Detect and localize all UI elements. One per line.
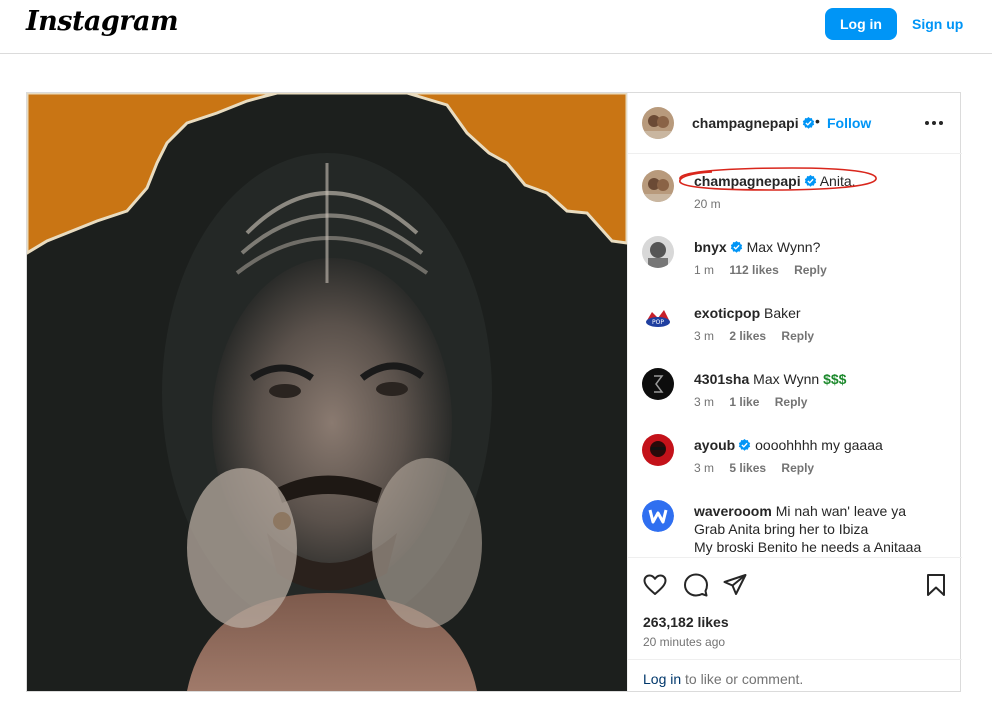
comment-text-line: bnyx Max Wynn? [694,238,944,256]
post-side-panel: champagnepapi • Follow champagnepapi Ani… [627,93,962,691]
comment-time: 3 m [694,461,715,475]
caption-avatar[interactable] [642,170,674,202]
comment-body: Baker [764,305,801,321]
money-emoji: $$$ [823,371,847,387]
comment-likes[interactable]: 1 like [729,395,759,409]
commenter-avatar[interactable] [642,500,674,532]
commenter-avatar[interactable]: POP [642,302,674,334]
verified-badge-icon [802,117,814,129]
post-header: champagnepapi • Follow [628,93,962,154]
comment-icon[interactable] [683,572,709,598]
caption-item: champagnepapi Anita. 20 m [628,154,962,224]
comment-body: Max Wynn [753,371,820,387]
commenter-avatar[interactable] [642,368,674,400]
comment-likes[interactable]: 2 likes [729,329,766,343]
post-actions: 263,182 likes 20 minutes ago Log in to l… [628,557,962,691]
comment-username[interactable]: 4301sha [694,371,749,387]
comment-likes[interactable]: 112 likes [729,263,778,277]
comment-body-line-3: My broski Benito he needs a Anitaaa [694,539,922,555]
post-card: champagnepapi • Follow champagnepapi Ani… [26,92,962,692]
comment-time: 3 m [694,329,715,343]
follow-button[interactable]: Follow [827,115,871,131]
comment-meta: 3 m 5 likes Reply [694,461,826,475]
comment-text-line: 4301sha Max Wynn $$$ [694,370,944,388]
comment-text-line: ayoub oooohhhh my gaaaa [694,436,944,454]
reply-button[interactable]: Reply [781,461,814,475]
sign-up-link[interactable]: Sign up [912,16,963,32]
comment-meta: 1 m 112 likes Reply [694,263,839,277]
comment-item: waverooom Mi nah wan' leave ya Grab Anit… [628,484,962,557]
caption-text-line: champagnepapi Anita. [694,172,944,190]
likes-count[interactable]: 263,182 likes [643,614,729,630]
comment-likes[interactable]: 5 likes [729,461,766,475]
comment-username[interactable]: exoticpop [694,305,760,321]
login-link[interactable]: Log in [643,671,681,687]
caption-body: Anita. [819,173,856,189]
reply-button[interactable]: Reply [794,263,827,277]
post-photo[interactable] [27,93,627,691]
heart-icon[interactable] [642,572,668,598]
commenter-avatar[interactable] [642,434,674,466]
log-in-button[interactable]: Log in [825,8,897,40]
comment-item: 4301sha Max Wynn $$$ 3 m 1 like Reply [628,352,962,418]
caption-username[interactable]: champagnepapi [694,173,801,189]
comment-meta: 3 m 1 like Reply [694,395,819,409]
verified-badge-icon [804,175,816,187]
comment-username[interactable]: ayoub [694,437,735,453]
comment-body: Mi nah wan' leave ya [775,503,907,519]
separator-dot: • [815,113,820,129]
comment-time: 3 m [694,395,715,409]
comment-item: POP exoticpop Baker 3 m 2 likes Reply [628,286,962,352]
verified-badge-icon [730,241,742,253]
caption-meta: 20 m [694,197,733,211]
verified-badge-icon [739,439,751,451]
comment-body: oooohhhh my gaaaa [755,437,883,453]
comment-username[interactable]: bnyx [694,239,727,255]
caption-time: 20 m [694,197,721,211]
instagram-logo[interactable]: Instagram [26,6,179,37]
comment-body: Max Wynn? [746,239,821,255]
commenter-avatar[interactable] [642,236,674,268]
share-icon[interactable] [722,572,748,598]
comments-list[interactable]: champagnepapi Anita. 20 m bnyx Max Wynn? [628,154,962,557]
reply-button[interactable]: Reply [775,395,808,409]
comment-time: 1 m [694,263,715,277]
author-avatar[interactable] [642,107,674,139]
comment-item: ayoub oooohhhh my gaaaa 3 m 5 likes Repl… [628,418,962,484]
author-username-text[interactable]: champagnepapi [692,115,799,131]
reply-button[interactable]: Reply [781,329,814,343]
comment-text-line: waverooom Mi nah wan' leave ya Grab Anit… [694,502,944,556]
svg-text:POP: POP [652,319,664,326]
more-icon[interactable] [923,113,945,133]
comment-meta: 3 m 2 likes Reply [694,329,826,343]
comment-item: bnyx Max Wynn? 1 m 112 likes Reply [628,220,962,286]
comment-body-line-2: Grab Anita bring her to Ibiza [694,521,869,537]
bookmark-icon[interactable] [923,572,949,598]
top-navigation-bar: Instagram Log in Sign up [0,0,992,54]
comment-text-line: exoticpop Baker [694,304,944,322]
login-prompt-text: to like or comment. [681,671,804,687]
comment-username[interactable]: waverooom [694,503,772,519]
login-prompt: Log in to like or comment. [628,659,962,692]
post-timestamp: 20 minutes ago [643,635,726,649]
author-username[interactable]: champagnepapi [692,115,815,131]
